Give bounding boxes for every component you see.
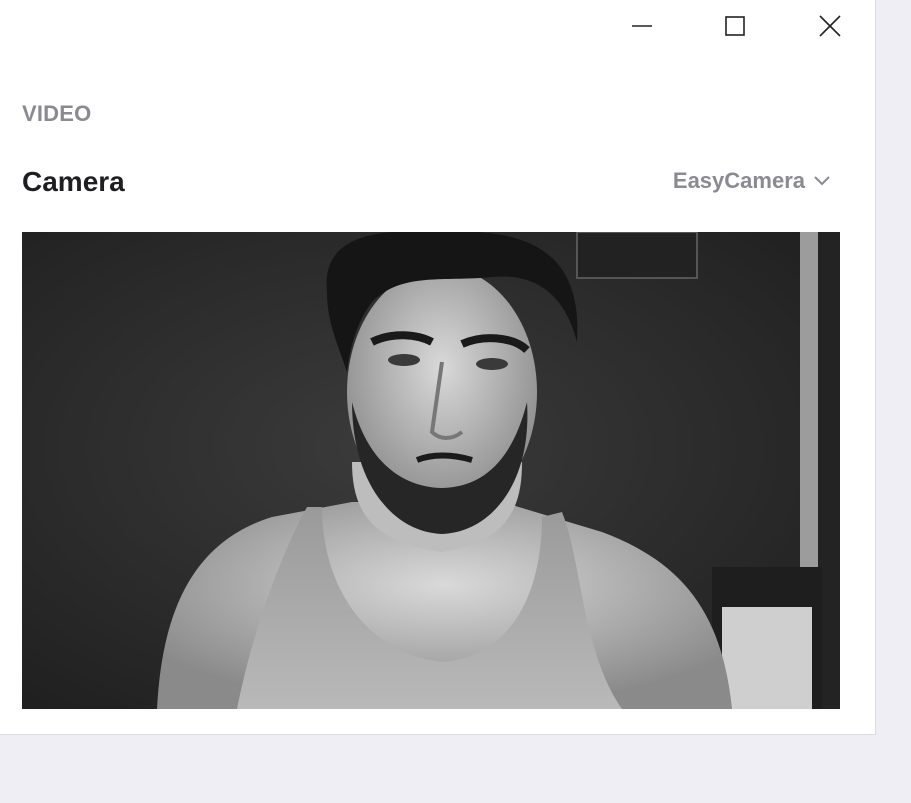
camera-device-value: EasyCamera: [672, 168, 805, 193]
video-settings-panel: VIDEO Camera EasyCamera: [0, 0, 876, 735]
camera-label: Camera: [22, 166, 125, 197]
minimize-button[interactable]: [622, 8, 662, 44]
camera-preview: [22, 232, 840, 709]
camera-preview-image: [22, 232, 840, 709]
minimize-icon: [632, 25, 652, 27]
section-title: VIDEO: [22, 101, 92, 126]
chevron-down-icon: [814, 176, 830, 186]
close-icon: [819, 15, 841, 37]
camera-device-dropdown[interactable]: EasyCamera: [673, 168, 831, 194]
close-button[interactable]: [810, 8, 850, 44]
maximize-icon: [725, 16, 745, 36]
maximize-button[interactable]: [715, 8, 755, 44]
